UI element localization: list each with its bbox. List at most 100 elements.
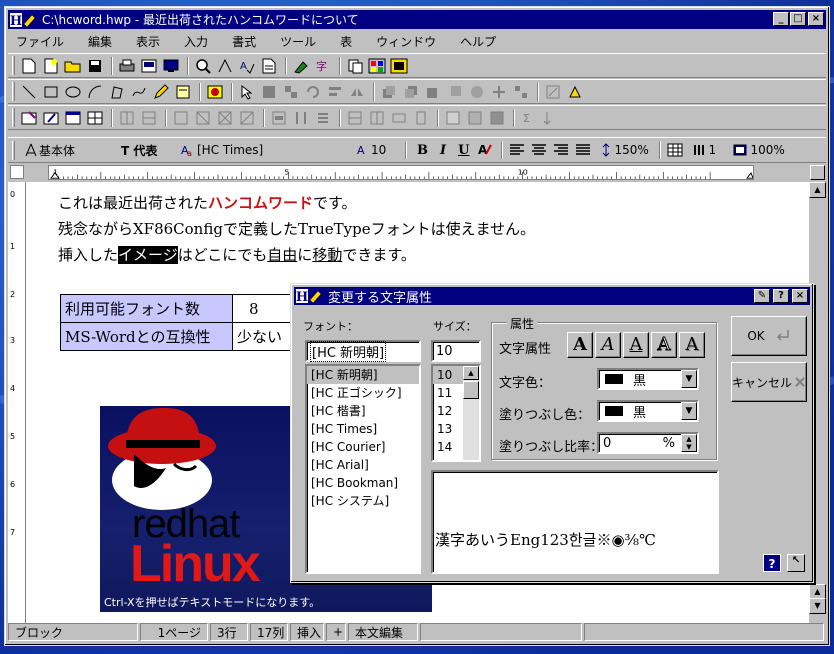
- font-name-input[interactable]: [HC 新明朝]: [305, 340, 421, 362]
- cell-border-icon[interactable]: [171, 108, 191, 128]
- insert-picture-icon[interactable]: [205, 82, 225, 102]
- backward-icon[interactable]: [445, 82, 465, 102]
- italic-button[interactable]: I: [434, 140, 452, 160]
- underline-button[interactable]: U: [452, 140, 475, 160]
- main-titlebar[interactable]: H C:\hcword.hwp - 最近出荷されたハンコムワードについて _ □…: [8, 10, 826, 29]
- paint-icon[interactable]: [565, 82, 585, 102]
- style-palette-icon[interactable]: [389, 56, 409, 76]
- print-icon[interactable]: [117, 56, 137, 76]
- maximize-button[interactable]: □: [790, 12, 806, 26]
- cell-diag-icon[interactable]: [215, 108, 235, 128]
- scroll-thumb[interactable]: [463, 381, 479, 399]
- minimize-button[interactable]: _: [773, 12, 789, 26]
- document-table[interactable]: 利用可能フォント数 8 MS-Wordとの互換性 少ない: [60, 294, 303, 351]
- cell-diag2-icon[interactable]: [237, 108, 257, 128]
- char-color-icon[interactable]: A: [475, 140, 495, 160]
- scroll-up-icon[interactable]: ▲: [809, 182, 826, 198]
- bring-front-icon[interactable]: [379, 82, 399, 102]
- cell-edit-icon[interactable]: [41, 108, 61, 128]
- ungroup-icon[interactable]: [281, 82, 301, 102]
- font-category-select[interactable]: T 代表: [115, 140, 175, 160]
- size-list-scrollbar[interactable]: ▲: [463, 366, 479, 460]
- attr-bold-button[interactable]: A: [567, 332, 593, 358]
- columns-select[interactable]: 1: [687, 140, 727, 160]
- menu-format[interactable]: 書式: [224, 33, 264, 50]
- right-indent-marker[interactable]: [746, 171, 753, 179]
- align-objects-icon[interactable]: [325, 82, 345, 102]
- bold-button[interactable]: B: [411, 140, 434, 160]
- dialog-titlebar[interactable]: H 変更する文字属性 ✎ ? ×: [294, 287, 810, 306]
- screen-icon[interactable]: [161, 56, 181, 76]
- menu-table[interactable]: 表: [332, 33, 360, 50]
- select-object-icon[interactable]: [237, 82, 257, 102]
- toolbar-grip[interactable]: [12, 56, 15, 75]
- ruler-scroll-button[interactable]: [810, 165, 825, 180]
- dropdown-arrow-icon[interactable]: ▼: [681, 402, 697, 420]
- list-item[interactable]: [HC Times]: [307, 420, 419, 438]
- font-size-select[interactable]: A 10: [351, 140, 401, 160]
- text-color-select[interactable]: 黒 ▼: [597, 368, 699, 390]
- row-delete-icon[interactable]: [389, 108, 409, 128]
- align-left-icon[interactable]: [507, 140, 527, 160]
- row-insert-icon[interactable]: [345, 108, 365, 128]
- font-list[interactable]: [HC 新明朝] [HC 正ゴシック] [HC 楷書] [HC Times] […: [305, 364, 421, 574]
- document-line-1[interactable]: これは最近出荷されたハンコムワードです。: [58, 192, 357, 213]
- dialog-edit-icon[interactable]: ✎: [754, 289, 770, 303]
- attr-outline-button[interactable]: A: [651, 332, 677, 358]
- pointer-help-icon[interactable]: ↖: [787, 554, 805, 572]
- align-right-icon[interactable]: [551, 140, 571, 160]
- dialog-help-button[interactable]: ?: [773, 289, 789, 303]
- col-delete-icon[interactable]: [411, 108, 431, 128]
- list-item[interactable]: [HC システム]: [307, 492, 419, 510]
- attr-shadow-button[interactable]: A: [679, 332, 705, 358]
- color-palette-icon[interactable]: [367, 56, 387, 76]
- curve-icon[interactable]: [129, 82, 149, 102]
- scroll-down-icon[interactable]: ▼: [809, 598, 826, 614]
- line-spacing-select[interactable]: 150%: [595, 140, 655, 160]
- rotate-icon[interactable]: [303, 82, 323, 102]
- table-cell-label[interactable]: 利用可能フォント数: [60, 294, 233, 323]
- menu-tools[interactable]: ツール: [272, 33, 324, 50]
- dropdown-arrow-icon[interactable]: ▼: [681, 370, 697, 388]
- list-item[interactable]: [HC Bookman]: [307, 474, 419, 492]
- arrange-icon[interactable]: [511, 82, 531, 102]
- edit-picture-icon[interactable]: [543, 82, 563, 102]
- ellipse-icon[interactable]: [63, 82, 83, 102]
- style-select[interactable]: 基本体: [19, 140, 115, 160]
- status-insert[interactable]: 挿入: [290, 623, 324, 641]
- menu-edit[interactable]: 編集: [80, 33, 120, 50]
- new-document-icon[interactable]: [19, 56, 39, 76]
- object-props-icon[interactable]: [467, 82, 487, 102]
- line-icon[interactable]: [19, 82, 39, 102]
- cell-align-icon[interactable]: [313, 108, 333, 128]
- ok-button[interactable]: OK: [731, 316, 807, 356]
- scroll-up-icon[interactable]: ▲: [463, 366, 479, 380]
- attr-italic-button[interactable]: A: [595, 332, 621, 358]
- help-icon[interactable]: ?: [763, 554, 781, 572]
- char-convert-icon[interactable]: 字: [313, 56, 333, 76]
- sort-icon[interactable]: [541, 108, 561, 128]
- cell-fill3-icon[interactable]: [487, 108, 507, 128]
- save-disk-icon[interactable]: [85, 56, 105, 76]
- arc-icon[interactable]: [85, 82, 105, 102]
- cell-border-inner-icon[interactable]: [193, 108, 213, 128]
- list-item[interactable]: [HC Courier]: [307, 438, 419, 456]
- merge-cells-icon[interactable]: [139, 108, 159, 128]
- draw-tool-icon[interactable]: [215, 56, 235, 76]
- list-item[interactable]: [HC 正ゴシック]: [307, 384, 419, 402]
- insert-table-icon[interactable]: [85, 108, 105, 128]
- table-grid-icon[interactable]: [665, 140, 685, 160]
- align-center-icon[interactable]: [529, 140, 549, 160]
- attr-underline-button[interactable]: A: [623, 332, 649, 358]
- menu-insert[interactable]: 入力: [176, 33, 216, 50]
- menu-help[interactable]: ヘルプ: [452, 33, 504, 50]
- list-item[interactable]: [HC Arial]: [307, 456, 419, 474]
- menu-window[interactable]: ウィンドウ: [368, 33, 444, 50]
- font-name-select[interactable]: Aa [HC Times]: [175, 140, 351, 160]
- close-button[interactable]: ×: [808, 12, 824, 26]
- menu-view[interactable]: 表示: [128, 33, 168, 50]
- document-line-2[interactable]: 残念ながらXF86Configで定義したTrueTypeフォントは使えません。: [58, 218, 535, 239]
- document-line-3[interactable]: 挿入したイメージはどこにでも自由に移動できます。: [58, 244, 416, 265]
- horizontal-scrollbar[interactable]: [584, 623, 824, 641]
- find-icon[interactable]: [193, 56, 213, 76]
